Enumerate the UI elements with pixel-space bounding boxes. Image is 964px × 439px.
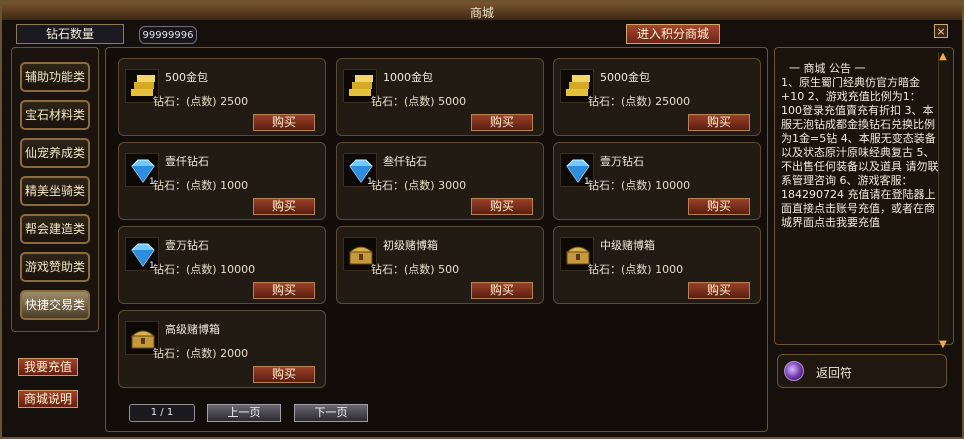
buy-button[interactable]: 购买: [688, 114, 750, 131]
item-name: 高级赌博箱: [165, 323, 220, 336]
item-price: 钻石：(点数) 10000: [588, 179, 691, 192]
next-page-button[interactable]: 下一页: [294, 404, 368, 422]
category-tab[interactable]: 游戏赞助类: [20, 252, 90, 282]
buy-button[interactable]: 购买: [688, 282, 750, 299]
return-item[interactable]: 返回符: [777, 354, 947, 388]
scroll-up-icon[interactable]: ▲: [938, 52, 948, 62]
item-card: 高级赌博箱 钻石：(点数) 2000 购买: [118, 310, 326, 388]
close-icon[interactable]: ×: [934, 24, 948, 38]
category-tab[interactable]: 宝石材料类: [20, 100, 90, 130]
item-card: 1 壹万钻石 钻石：(点数) 10000 购买: [118, 226, 326, 304]
buy-button[interactable]: 购买: [253, 198, 315, 215]
item-name: 5000金包: [600, 71, 650, 84]
shop-help-button[interactable]: 商城说明: [18, 390, 78, 408]
buy-button[interactable]: 购买: [688, 198, 750, 215]
item-price: 钻石：(点数) 2500: [153, 95, 249, 108]
item-card: 1 叁仟钻石 钻石：(点数) 3000 购买: [336, 142, 544, 220]
item-price: 钻石：(点数) 25000: [588, 95, 691, 108]
shop-window: 商城 × 钻石数量 99999996 进入积分商城 辅助功能类 宝石材料类 仙宠…: [0, 0, 964, 439]
item-price: 钻石：(点数) 3000: [371, 179, 467, 192]
item-card: 初级赌博箱 钻石：(点数) 500 购买: [336, 226, 544, 304]
currency-label: 钻石数量: [16, 24, 124, 44]
page-indicator: 1 / 1: [129, 404, 195, 422]
category-tab[interactable]: 仙宠养成类: [20, 138, 90, 168]
item-card: 5000金包 钻石：(点数) 25000 购买: [553, 58, 761, 136]
buy-button[interactable]: 购买: [253, 114, 315, 131]
category-sidebar: 辅助功能类 宝石材料类 仙宠养成类 精美坐骑类 帮会建造类 游戏赞助类 快捷交易…: [11, 47, 99, 332]
enter-points-mall-button[interactable]: 进入积分商城: [626, 24, 720, 44]
item-price: 钻石：(点数) 10000: [153, 263, 256, 276]
buy-button[interactable]: 购买: [471, 282, 533, 299]
title-bar[interactable]: 商城: [2, 2, 962, 20]
items-panel: 500金包 钻石：(点数) 2500 购买 1000金包 钻石：(点数) 500…: [105, 47, 768, 432]
item-card: 1 壹万钻石 钻石：(点数) 10000 购买: [553, 142, 761, 220]
return-item-label: 返回符: [816, 366, 853, 380]
item-name: 壹仟钻石: [165, 155, 209, 168]
currency-value: 99999996: [139, 26, 197, 44]
category-tab-active[interactable]: 快捷交易类: [20, 290, 90, 320]
item-price: 钻石：(点数) 1000: [588, 263, 684, 276]
item-card: 1 壹仟钻石 钻石：(点数) 1000 购买: [118, 142, 326, 220]
item-name: 中级赌博箱: [600, 239, 655, 252]
window-title: 商城: [469, 6, 494, 20]
scroll-down-icon[interactable]: ▼: [938, 340, 948, 350]
item-price: 钻石：(点数) 1000: [153, 179, 249, 192]
item-name: 叁仟钻石: [383, 155, 427, 168]
item-card: 中级赌博箱 钻石：(点数) 1000 购买: [553, 226, 761, 304]
buy-button[interactable]: 购买: [253, 282, 315, 299]
buy-button[interactable]: 购买: [253, 366, 315, 383]
item-card: 500金包 钻石：(点数) 2500 购买: [118, 58, 326, 136]
item-card: 1000金包 钻石：(点数) 5000 购买: [336, 58, 544, 136]
return-talisman-icon: [784, 361, 804, 381]
category-tab[interactable]: 帮会建造类: [20, 214, 90, 244]
item-name: 500金包: [165, 71, 208, 84]
buy-button[interactable]: 购买: [471, 198, 533, 215]
notice-panel: 一 商城 公告 一 1、原生蜀门经典仿官方暗金+10 2、游戏充值比例为1：10…: [774, 47, 954, 345]
notice-scrollbar[interactable]: [938, 52, 949, 342]
notice-title: 一 商城 公告 一: [789, 62, 866, 75]
buy-button[interactable]: 购买: [471, 114, 533, 131]
category-tab[interactable]: 精美坐骑类: [20, 176, 90, 206]
item-name: 壹万钻石: [600, 155, 644, 168]
recharge-button[interactable]: 我要充值: [18, 358, 78, 376]
item-name: 壹万钻石: [165, 239, 209, 252]
prev-page-button[interactable]: 上一页: [207, 404, 281, 422]
notice-body: 1、原生蜀门经典仿官方暗金+10 2、游戏充值比例为1：100登录充值賣充有折扣…: [781, 76, 939, 229]
item-name: 1000金包: [383, 71, 433, 84]
item-price: 钻石：(点数) 2000: [153, 347, 249, 360]
category-tab[interactable]: 辅助功能类: [20, 62, 90, 92]
item-name: 初级赌博箱: [383, 239, 438, 252]
item-price: 钻石：(点数) 500: [371, 263, 460, 276]
item-price: 钻石：(点数) 5000: [371, 95, 467, 108]
